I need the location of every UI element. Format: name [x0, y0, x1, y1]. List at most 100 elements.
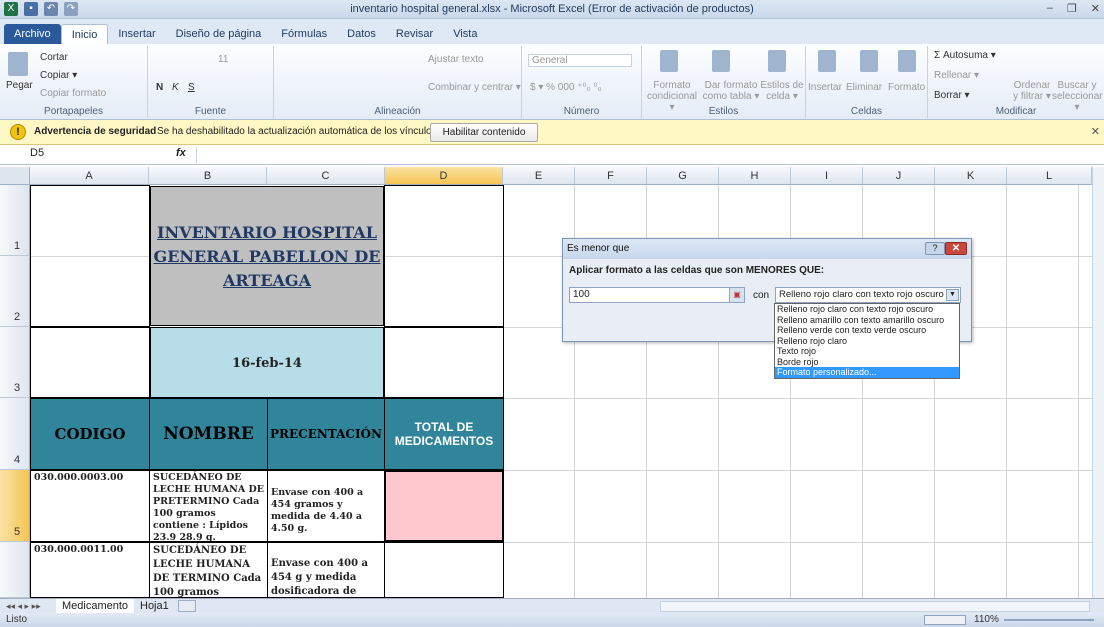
- row-header-3[interactable]: 3: [0, 327, 30, 398]
- sort-filter-button[interactable]: Ordenar y filtrar ▾: [1012, 80, 1052, 102]
- font-size-select[interactable]: 11: [218, 54, 228, 65]
- sheet-nav-icon[interactable]: ◂◂ ◂ ▸ ▸▸: [6, 599, 41, 614]
- delete-button[interactable]: Eliminar: [846, 82, 882, 93]
- column-header-l[interactable]: L: [1007, 167, 1092, 185]
- dropdown-option[interactable]: Borde rojo: [775, 357, 959, 368]
- number-symbols[interactable]: $ ▾ % 000 ⁺⁰₀ ⁰₀: [530, 82, 602, 93]
- tab-revisar[interactable]: Revisar: [386, 24, 443, 44]
- merge-center-button[interactable]: Combinar y centrar ▾: [428, 82, 521, 93]
- column-header-a[interactable]: A: [30, 167, 149, 185]
- paste-button[interactable]: Pegar: [6, 80, 33, 91]
- column-header-j[interactable]: J: [863, 167, 935, 185]
- horizontal-scrollbar[interactable]: [660, 601, 1090, 612]
- dialog-close-icon[interactable]: ✕: [945, 242, 967, 255]
- sheet-tab-medicamento[interactable]: Medicamento: [56, 599, 135, 614]
- cell-d5-total[interactable]: [384, 470, 504, 542]
- format-button[interactable]: Formato: [888, 82, 925, 93]
- close-icon[interactable]: ✕: [1091, 2, 1100, 15]
- zoom-level: 110%: [974, 614, 999, 625]
- view-buttons[interactable]: [924, 615, 966, 625]
- fill-button[interactable]: Rellenar ▾: [934, 70, 979, 81]
- help-icon[interactable]: ?: [925, 242, 945, 255]
- cell-b6-nombre[interactable]: SUCEDÁNEO DE LECHE HUMANA DE TERMINO Cad…: [149, 542, 268, 598]
- cell-c5-presentacion[interactable]: Envase con 400 a 454 gramos y medida de …: [267, 470, 385, 542]
- cell-b5-nombre[interactable]: SUCEDÁNEO DE LECHE HUMANA DE PRETERMINO …: [149, 470, 268, 542]
- clear-button[interactable]: Borrar ▾: [934, 90, 970, 101]
- vertical-scrollbar[interactable]: [1092, 167, 1104, 598]
- sheet-title-cell[interactable]: INVENTARIO HOSPITAL GENERAL PABELLON DE …: [150, 186, 384, 326]
- tab-archivo[interactable]: Archivo: [4, 24, 61, 44]
- italic-button[interactable]: K: [172, 82, 179, 93]
- header-total[interactable]: TOTAL DE MEDICAMENTOS: [384, 398, 504, 470]
- cell-a5-codigo[interactable]: 030.000.0003.00: [30, 470, 150, 542]
- cell-a3[interactable]: [30, 327, 150, 398]
- range-select-icon[interactable]: ▣: [729, 287, 745, 303]
- zoom-slider[interactable]: [1004, 619, 1094, 621]
- formula-input[interactable]: [196, 147, 1100, 163]
- cell-d3[interactable]: [384, 327, 504, 398]
- format-painter-button[interactable]: Copiar formato: [40, 88, 106, 99]
- insert-button[interactable]: Insertar: [808, 82, 842, 93]
- wrap-text-button[interactable]: Ajustar texto: [428, 54, 484, 65]
- column-header-k[interactable]: K: [935, 167, 1007, 185]
- cell-c6-presentacion[interactable]: Envase con 400 a 454 g y medida dosifica…: [267, 542, 385, 598]
- cell-d1-d2[interactable]: [384, 185, 504, 327]
- tab-formulas[interactable]: Fórmulas: [271, 24, 337, 44]
- row-number: 4: [14, 454, 21, 466]
- enable-content-button[interactable]: Habilitar contenido: [430, 123, 538, 142]
- column-header-d[interactable]: D: [385, 167, 503, 185]
- cell-d6-total[interactable]: [384, 542, 504, 598]
- row-header-1[interactable]: 1: [0, 185, 30, 256]
- format-select[interactable]: Relleno rojo claro con texto rojo oscuro…: [775, 287, 961, 303]
- tab-diseno[interactable]: Diseño de página: [166, 24, 272, 44]
- bold-button[interactable]: N: [156, 82, 163, 93]
- cut-button[interactable]: Cortar: [40, 52, 68, 63]
- select-all-corner[interactable]: [0, 167, 30, 185]
- underline-button[interactable]: S: [188, 82, 195, 93]
- group-label: Número: [563, 106, 600, 117]
- dropdown-option[interactable]: Relleno verde con texto verde oscuro: [775, 325, 959, 336]
- value-input[interactable]: 100: [569, 287, 745, 303]
- dropdown-option[interactable]: Relleno rojo claro con texto rojo oscuro: [775, 304, 959, 315]
- autosum-button[interactable]: Σ Autosuma ▾: [934, 50, 996, 61]
- status-bar: Listo 110%: [0, 613, 1104, 627]
- row-header-2[interactable]: 2: [0, 256, 30, 327]
- tab-datos[interactable]: Datos: [337, 24, 386, 44]
- row-number: 1: [14, 240, 21, 252]
- close-warning-icon[interactable]: ✕: [1091, 125, 1100, 138]
- dropdown-option[interactable]: Relleno amarillo con texto amarillo oscu…: [775, 315, 959, 326]
- header-presentacion[interactable]: PRECENTACIÓN: [267, 398, 385, 470]
- cell-a1-a2[interactable]: [30, 185, 150, 327]
- header-nombre[interactable]: NOMBRE: [149, 398, 268, 470]
- cell-a6-codigo[interactable]: 030.000.0011.00: [30, 542, 150, 598]
- tab-vista[interactable]: Vista: [443, 24, 487, 44]
- cell-styles-button[interactable]: Estilos de celda ▾: [760, 80, 804, 102]
- column-header-f[interactable]: F: [575, 167, 647, 185]
- header-codigo[interactable]: CODIGO: [30, 398, 150, 470]
- dropdown-option[interactable]: Relleno rojo claro: [775, 336, 959, 347]
- row-header-5[interactable]: 5: [0, 470, 30, 542]
- column-header-e[interactable]: E: [503, 167, 575, 185]
- insert-sheet-icon[interactable]: [178, 600, 196, 612]
- maximize-icon[interactable]: ❐: [1067, 2, 1077, 15]
- column-header-g[interactable]: G: [647, 167, 719, 185]
- column-header-c[interactable]: C: [267, 167, 385, 185]
- format-as-table-button[interactable]: Dar formato como tabla ▾: [702, 80, 760, 102]
- minimize-icon[interactable]: –: [1047, 2, 1053, 15]
- column-header-b[interactable]: B: [149, 167, 267, 185]
- number-format-select[interactable]: General: [528, 54, 632, 67]
- copy-button[interactable]: Copiar ▾: [40, 70, 77, 81]
- tab-inicio[interactable]: Inicio: [60, 24, 109, 44]
- dropdown-option[interactable]: Texto rojo: [775, 346, 959, 357]
- column-header-i[interactable]: I: [791, 167, 863, 185]
- fx-icon[interactable]: fx: [176, 147, 186, 159]
- date-cell[interactable]: 16-feb-14: [150, 327, 384, 398]
- tab-insertar[interactable]: Insertar: [108, 24, 165, 44]
- column-header-h[interactable]: H: [719, 167, 791, 185]
- chevron-down-icon[interactable]: ▼: [946, 289, 959, 301]
- dropdown-option[interactable]: Formato personalizado...: [775, 367, 959, 378]
- sheet-tab-hoja1[interactable]: Hoja1: [134, 599, 175, 614]
- row-header-4[interactable]: 4: [0, 398, 30, 470]
- name-box[interactable]: D5: [6, 147, 136, 163]
- row-header-6[interactable]: [0, 542, 30, 598]
